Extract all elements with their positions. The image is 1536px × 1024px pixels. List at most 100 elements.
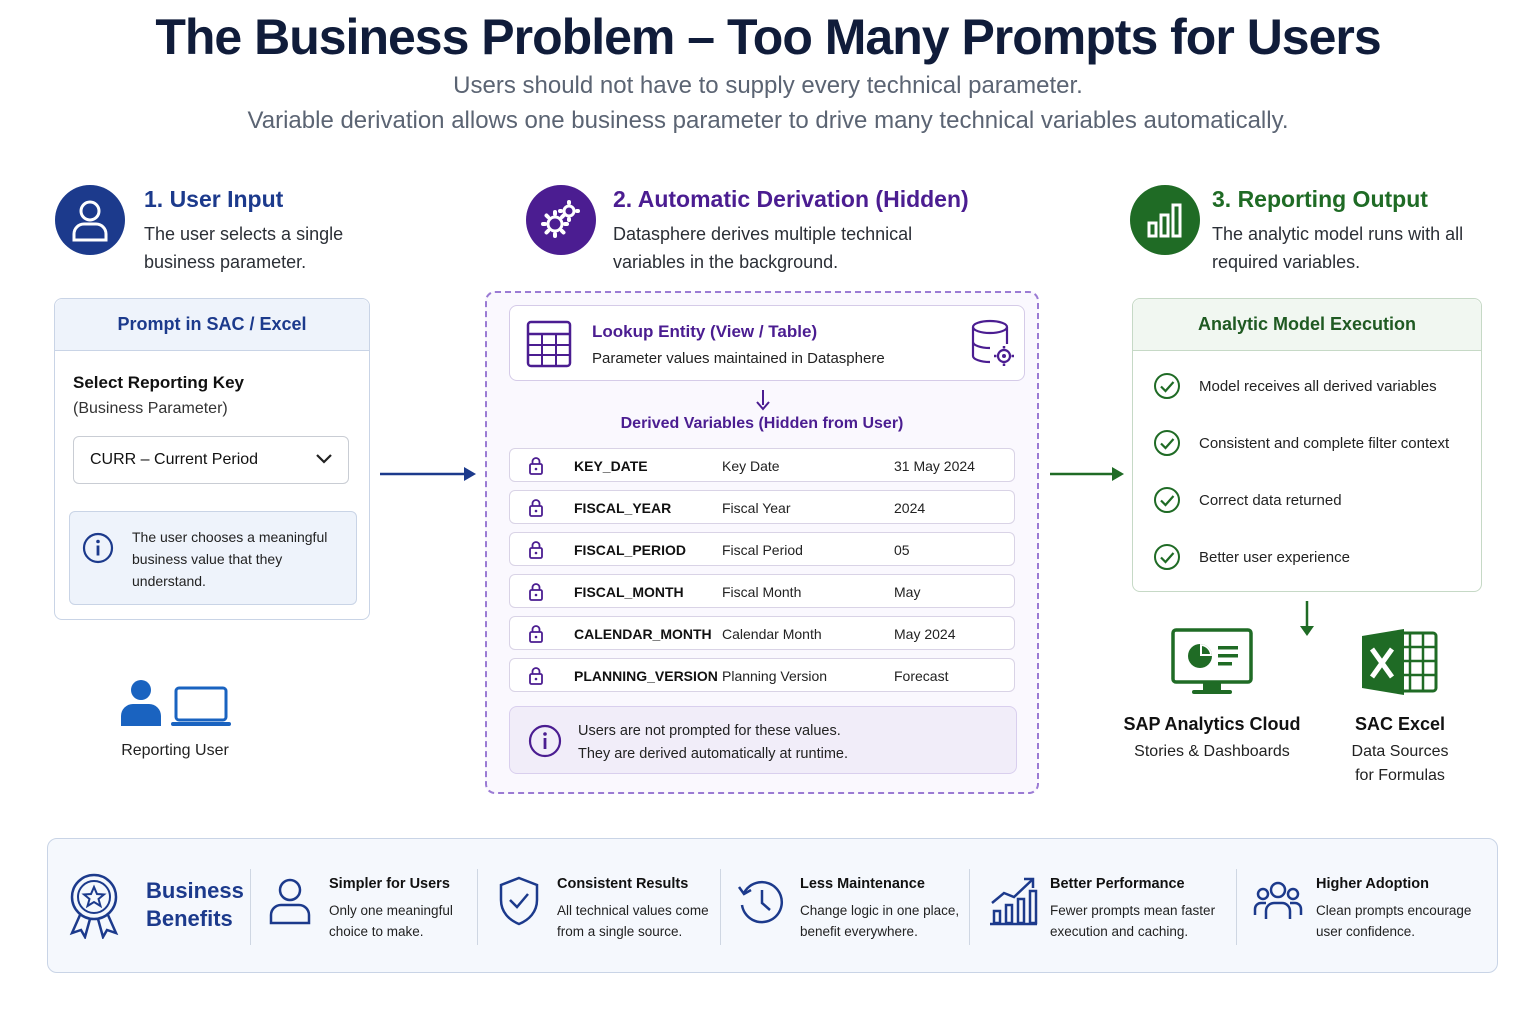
benefit-2-desc-line2: from a single source. <box>557 924 683 939</box>
variable-desc: Planning Version <box>722 668 828 684</box>
benefit-1-desc-line2: choice to make. <box>329 924 424 939</box>
benefit-4-desc-line2: execution and caching. <box>1050 924 1189 939</box>
variable-value: 31 May 2024 <box>894 458 975 474</box>
variable-name: KEY_DATE <box>574 458 648 474</box>
benefit-3-desc-line2: benefit everywhere. <box>800 924 918 939</box>
derivation-note-text: Users are not prompted for these values.… <box>578 720 848 766</box>
step-3-desc-line1: The analytic model runs with all <box>1212 224 1464 244</box>
reporting-user-label: Reporting User <box>121 742 229 759</box>
reporting-key-sublabel: (Business Parameter) <box>73 400 228 417</box>
lookup-entity-title: Lookup Entity (View / Table) <box>592 322 818 341</box>
lock-icon <box>528 540 544 565</box>
bar-chart-icon <box>1130 185 1200 255</box>
derivation-note: Users are not prompted for these values.… <box>509 706 1017 774</box>
clock-history-icon <box>736 877 786 932</box>
info-icon <box>528 724 562 763</box>
execution-item-text: Model receives all derived variables <box>1199 377 1437 395</box>
divider <box>477 869 478 945</box>
reporting-user-person-icon <box>120 678 164 733</box>
table-icon <box>526 320 572 373</box>
execution-item-text: Correct data returned <box>1199 491 1342 509</box>
step-2-title: 2. Automatic Derivation (Hidden) <box>613 186 969 212</box>
lock-icon <box>528 456 544 481</box>
variable-row: FISCAL_PERIOD Fiscal Period 05 <box>509 532 1015 566</box>
variable-desc: Calendar Month <box>722 626 822 642</box>
user-icon <box>268 877 312 932</box>
execution-item: Consistent and complete filter context <box>1153 428 1449 458</box>
prompt-card-header: Prompt in SAC / Excel <box>55 299 369 351</box>
step-3-desc-line2: required variables. <box>1212 252 1361 272</box>
sac-tool-name: SAP Analytics Cloud <box>1123 714 1301 734</box>
database-settings-icon <box>970 318 1018 375</box>
variable-desc: Fiscal Month <box>722 584 802 600</box>
variable-desc: Fiscal Period <box>722 542 803 558</box>
derived-variables-header: Derived Variables (Hidden from User) <box>620 415 904 432</box>
reporting-key-select[interactable]: CURR – Current Period <box>73 436 349 484</box>
lock-icon <box>528 624 544 649</box>
growth-chart-icon <box>988 875 1038 932</box>
benefit-3-title: Less Maintenance <box>800 876 925 892</box>
benefits-label-line2: Benefits <box>146 906 233 931</box>
check-circle-icon <box>1153 486 1181 514</box>
execution-item: Better user experience <box>1153 542 1350 572</box>
variable-name: FISCAL_YEAR <box>574 500 672 516</box>
variable-name: FISCAL_PERIOD <box>574 542 687 558</box>
variable-row: KEY_DATE Key Date 31 May 2024 <box>509 448 1015 482</box>
step-2-desc-line2: variables in the background. <box>613 252 839 272</box>
variable-desc: Key Date <box>722 458 780 474</box>
variable-desc: Fiscal Year <box>722 500 791 516</box>
step-1-desc-line1: The user selects a single <box>144 224 344 244</box>
benefit-5-desc-line1: Clean prompts encourage <box>1316 903 1472 918</box>
execution-item-text: Better user experience <box>1199 548 1350 566</box>
lock-icon <box>528 582 544 607</box>
excel-icon <box>1360 627 1440 702</box>
execution-item-text: Consistent and complete filter context <box>1199 434 1450 452</box>
benefit-1-desc-line1: Only one meaningful <box>329 903 453 918</box>
step-1-desc-line2: business parameter. <box>144 252 307 272</box>
divider <box>720 869 721 945</box>
variable-row: FISCAL_MONTH Fiscal Month May <box>509 574 1015 608</box>
execution-card-header: Analytic Model Execution <box>1133 299 1481 351</box>
arrow-down-icon <box>1297 600 1317 643</box>
business-benefits-panel: Business Benefits Simpler for Users Only… <box>47 838 1498 973</box>
divider <box>969 869 970 945</box>
lock-icon <box>528 498 544 523</box>
execution-card: Analytic Model Execution Model receives … <box>1132 298 1482 592</box>
page-subtitle-line2: Variable derivation allows one business … <box>247 107 1289 134</box>
variable-value: May <box>894 584 921 600</box>
execution-item: Model receives all derived variables <box>1153 371 1437 401</box>
reporting-key-label: Select Reporting Key <box>73 373 244 392</box>
laptop-icon <box>170 686 232 733</box>
prompt-info-box: The user chooses a meaningful business v… <box>69 511 357 605</box>
user-icon <box>55 185 125 255</box>
check-circle-icon <box>1153 429 1181 457</box>
prompt-info-text: The user chooses a meaningful business v… <box>132 529 328 589</box>
benefit-5-desc-line2: user confidence. <box>1316 924 1416 939</box>
group-icon <box>1253 879 1303 928</box>
benefit-4-desc-line1: Fewer prompts mean faster <box>1050 903 1216 918</box>
sac-tool-sub: Stories & Dashboards <box>1134 743 1290 760</box>
variable-value: 05 <box>894 542 910 558</box>
execution-item: Correct data returned <box>1153 485 1342 515</box>
arrow-right-icon <box>378 464 478 489</box>
page-title: The Business Problem – Too Many Prompts … <box>155 9 1381 65</box>
benefits-label-line1: Business <box>146 878 244 903</box>
variable-row: PLANNING_VERSION Planning Version Forecast <box>509 658 1015 692</box>
shield-check-icon <box>497 875 541 932</box>
gears-icon <box>526 185 596 255</box>
monitor-dashboard-icon <box>1170 627 1254 702</box>
reporting-key-selected-value: CURR – Current Period <box>90 451 259 468</box>
variable-value: May 2024 <box>894 626 956 642</box>
derivation-note-line1: Users are not prompted for these values. <box>578 723 841 739</box>
benefit-4-title: Better Performance <box>1050 876 1185 892</box>
info-icon <box>82 532 114 569</box>
variable-row: CALENDAR_MONTH Calendar Month May 2024 <box>509 616 1015 650</box>
arrow-down-icon <box>756 389 770 416</box>
step-1-title: 1. User Input <box>144 186 284 212</box>
step-2-desc-line1: Datasphere derives multiple technical <box>613 224 913 244</box>
arrow-right-icon <box>1048 464 1126 489</box>
benefit-2-title: Consistent Results <box>557 876 689 892</box>
lock-icon <box>528 666 544 691</box>
page-subtitle-line1: Users should not have to supply every te… <box>453 72 1083 99</box>
variable-value: Forecast <box>894 668 949 684</box>
